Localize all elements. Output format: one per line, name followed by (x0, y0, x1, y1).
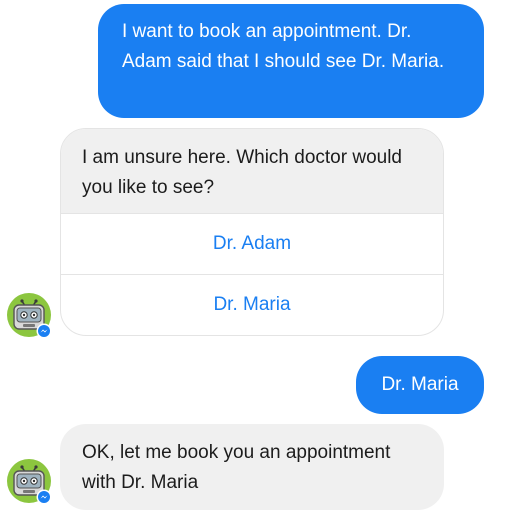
user-message-text: Dr. Maria (381, 374, 459, 395)
robot-bot-avatar-icon (7, 459, 52, 504)
user-message-text: I want to book an appointment. Dr. Adam … (122, 21, 445, 72)
user-message-bubble: I want to book an appointment. Dr. Adam … (98, 4, 484, 118)
bot-message-text: I am unsure here. Which doctor would you… (61, 129, 443, 213)
user-message-bubble: Dr. Maria (356, 356, 484, 414)
robot-bot-avatar-icon (7, 293, 52, 338)
bot-message-bubble: OK, let me book you an appointment with … (60, 424, 444, 510)
bot-message-card: I am unsure here. Which doctor would you… (60, 128, 444, 336)
bot-avatar (6, 292, 52, 338)
bot-message-text: OK, let me book you an appointment with … (82, 442, 391, 493)
quick-reply-dr-maria[interactable]: Dr. Maria (61, 274, 443, 335)
bot-avatar (6, 458, 52, 504)
quick-reply-label: Dr. Adam (212, 233, 292, 254)
quick-reply-dr-adam[interactable]: Dr. Adam (61, 213, 443, 274)
quick-reply-label: Dr. Maria (213, 294, 291, 315)
